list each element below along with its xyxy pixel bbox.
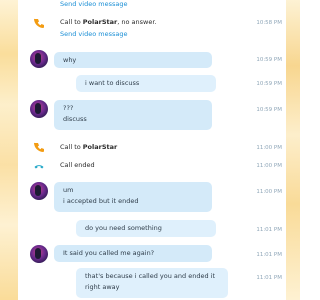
phone-icon <box>34 18 44 28</box>
conversation-pane[interactable]: Send video message Call to PolarStar, no… <box>18 0 286 300</box>
message-bubble[interactable]: ??? discuss <box>54 100 212 130</box>
call-status-text: Call to PolarStar, no answer. <box>60 18 157 26</box>
timestamp: 10:59 PM <box>256 81 282 87</box>
avatar[interactable] <box>30 182 48 200</box>
message-text: that's because i called you and ended it <box>85 272 216 280</box>
chat-window: Send video message Call to PolarStar, no… <box>0 0 300 300</box>
message-text: i accepted but it ended <box>63 197 139 205</box>
phone-icon <box>34 142 44 152</box>
call-status-text: Call to PolarStar <box>60 143 118 151</box>
message-bubble-outgoing[interactable]: i want to discuss <box>76 75 216 92</box>
message-text: It said you called me again? <box>63 249 155 257</box>
avatar[interactable] <box>30 100 48 118</box>
message-text: i want to discuss <box>85 79 140 87</box>
message-text: ??? <box>63 104 74 112</box>
message-bubble-outgoing[interactable]: that's because i called you and ended it… <box>76 268 228 298</box>
call-ended-text: Call ended <box>60 161 95 169</box>
message-text: right away <box>85 283 120 291</box>
timestamp: 11:01 PM <box>256 227 282 233</box>
message-bubble[interactable]: um i accepted but it ended <box>54 182 212 212</box>
send-video-message-link[interactable]: Send video message <box>60 30 127 38</box>
message-text: um <box>63 186 74 194</box>
message-text: do you need something <box>85 224 162 232</box>
timestamp: 10:58 PM <box>256 20 282 26</box>
call-ended-icon <box>34 165 44 169</box>
background-left <box>0 0 18 300</box>
background-right <box>286 0 300 300</box>
timestamp: 11:00 PM <box>256 145 282 151</box>
timestamp: 11:00 PM <box>256 189 282 195</box>
avatar[interactable] <box>30 245 48 263</box>
avatar[interactable] <box>30 50 48 68</box>
timestamp: 11:00 PM <box>256 163 282 169</box>
message-bubble[interactable]: why <box>54 52 212 68</box>
timestamp: 11:01 PM <box>256 275 282 281</box>
message-bubble[interactable]: It said you called me again? <box>54 245 212 262</box>
message-text: discuss <box>63 115 87 123</box>
message-bubble-outgoing[interactable]: do you need something <box>76 220 216 237</box>
timestamp: 10:59 PM <box>256 57 282 63</box>
timestamp: 10:59 PM <box>256 107 282 113</box>
message-text: why <box>63 56 77 64</box>
timestamp: 11:01 PM <box>256 252 282 258</box>
send-video-message-link[interactable]: Send video message <box>60 0 127 8</box>
